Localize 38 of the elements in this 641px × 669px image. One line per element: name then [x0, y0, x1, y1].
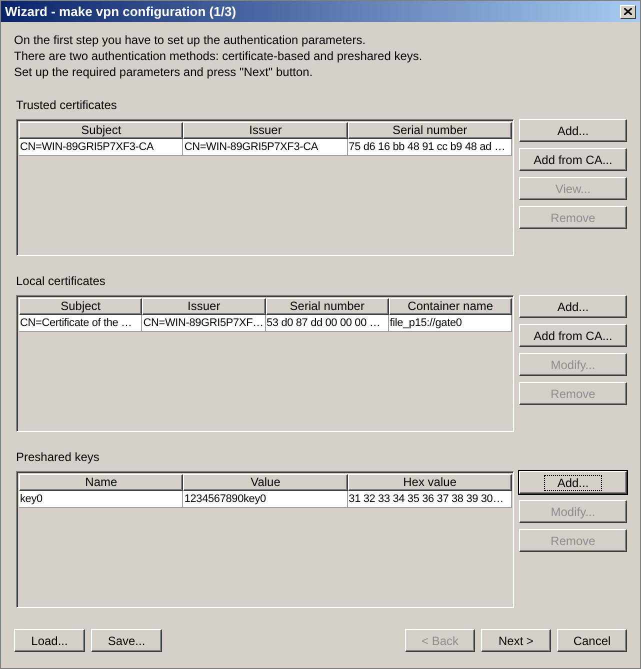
window-title: Wizard - make vpn configuration (1/3)	[5, 4, 236, 19]
instruction-text: On the first step you have to set up the authentication parameters.	[14, 32, 367, 48]
table-cell: key0	[19, 491, 184, 508]
table-cell: 31 32 33 34 35 36 37 38 39 30…	[348, 491, 512, 508]
dialog-button[interactable]: Add...	[519, 295, 627, 318]
instruction-text: There are two authentication methods: certificate-based and preshared keys.	[14, 48, 424, 64]
column-header[interactable]: Serial number	[266, 298, 389, 315]
column-header[interactable]: Subject	[19, 298, 142, 315]
instruction-text: Set up the required parameters and press "Next" button.	[14, 64, 314, 80]
column-header[interactable]: Hex value	[348, 474, 512, 491]
table-cell: file_p15://gate0	[388, 315, 512, 332]
column-header[interactable]: Issuer	[142, 298, 266, 315]
dialog-button[interactable]: Next >	[481, 629, 551, 652]
table-cell: CN=WIN-89GRI5P7XF3-CA	[19, 139, 184, 156]
close-button[interactable]	[620, 4, 636, 18]
dialog-button[interactable]: Load...	[14, 629, 85, 652]
dialog-button[interactable]: Add...	[519, 471, 627, 494]
column-header[interactable]: Value	[183, 474, 348, 491]
table-cell: 75 d6 16 bb 48 91 cc b9 48 ad …	[348, 139, 512, 156]
column-header[interactable]: Container name	[388, 298, 512, 315]
table-cell: 1234567890key0	[183, 491, 348, 508]
dialog-button[interactable]: Cancel	[557, 629, 627, 652]
dialog-button[interactable]: Add...	[519, 119, 627, 142]
table-cell: CN=WIN-89GRI5P7XF…	[142, 315, 266, 332]
table-cell: CN=WIN-89GRI5P7XF3-CA	[183, 139, 348, 156]
column-header[interactable]: Serial number	[348, 122, 512, 139]
section-label: Local certificates	[16, 273, 106, 289]
table-cell: CN=Certificate of the …	[19, 315, 142, 332]
column-header[interactable]: Name	[19, 474, 184, 491]
section-label: Trusted certificates	[16, 97, 118, 113]
close-icon	[624, 8, 632, 15]
column-header[interactable]: Issuer	[183, 122, 348, 139]
section-label: Preshared keys	[16, 449, 100, 465]
dialog-button[interactable]: Add from CA...	[519, 148, 627, 171]
column-header[interactable]: Subject	[19, 122, 184, 139]
table-cell: 53 d0 87 dd 00 00 00 …	[266, 315, 389, 332]
dialog-button[interactable]: Save...	[91, 629, 162, 652]
dialog-button[interactable]: Add from CA...	[519, 324, 627, 347]
